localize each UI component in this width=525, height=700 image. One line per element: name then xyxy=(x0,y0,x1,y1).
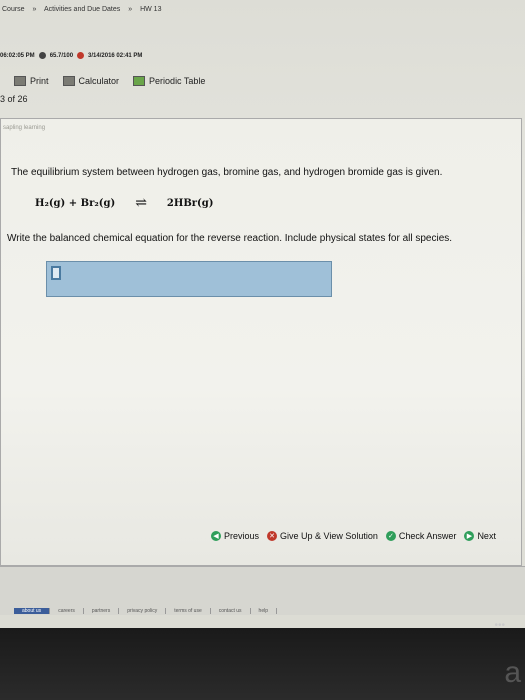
question-counter: 3 of 26 xyxy=(0,94,28,104)
give-up-label: Give Up & View Solution xyxy=(280,531,378,541)
breadcrumb-sep: » xyxy=(32,6,37,13)
browser-screen: Course » Activities and Due Dates » HW 1… xyxy=(0,0,525,630)
device-logo: a xyxy=(504,656,521,689)
more-dots-icon: ••• xyxy=(494,620,505,631)
footer-link-terms[interactable]: terms of use xyxy=(166,608,211,614)
answer-input[interactable] xyxy=(46,261,332,297)
check-answer-button[interactable]: ✓ Check Answer xyxy=(385,531,457,541)
breadcrumb: Course » Activities and Due Dates » HW 1… xyxy=(2,6,167,13)
input-cursor xyxy=(51,266,61,280)
footer-link-about[interactable]: about us xyxy=(14,608,51,614)
calculator-button[interactable]: Calculator xyxy=(62,75,120,86)
print-label: Print xyxy=(30,75,49,86)
next-button[interactable]: ▶ Next xyxy=(464,531,496,541)
calculator-label: Calculator xyxy=(78,75,120,86)
equilibrium-arrows-icon: ⇌ xyxy=(135,195,147,211)
toolbar: Print Calculator Periodic Table xyxy=(0,72,525,89)
previous-icon: ◀ xyxy=(211,531,221,541)
start-time: 06:02:05 PM xyxy=(0,52,35,59)
equation-reactants: H₂(g) + Br₂(g) xyxy=(35,197,116,209)
footer-link-partners[interactable]: partners xyxy=(84,608,120,614)
breadcrumb-activities[interactable]: Activities and Due Dates xyxy=(44,6,120,13)
footer-link-privacy[interactable]: privacy policy xyxy=(119,608,167,614)
sapling-logo: sapling learning xyxy=(3,125,46,131)
check-icon: ✓ xyxy=(385,531,396,541)
next-icon: ▶ xyxy=(464,531,475,541)
breadcrumb-hw[interactable]: HW 13 xyxy=(140,6,161,13)
periodic-table-button[interactable]: Periodic Table xyxy=(133,75,206,86)
print-button[interactable]: Print xyxy=(14,75,49,86)
previous-label: Previous xyxy=(224,531,260,541)
score: 65.7/100 xyxy=(49,52,74,59)
chemical-equation: H₂(g) + Br₂(g) ⇌ 2HBr(g) xyxy=(35,195,214,211)
calculator-icon xyxy=(62,75,75,86)
breadcrumb-course[interactable]: Course xyxy=(2,6,25,13)
score-icon xyxy=(38,52,46,59)
equation-products: 2HBr(g) xyxy=(166,197,214,209)
breadcrumb-sep: » xyxy=(128,6,133,13)
device-bezel: a xyxy=(0,628,525,700)
footer-link-contact[interactable]: contact us xyxy=(211,608,251,614)
clock-icon xyxy=(77,52,85,59)
printer-icon xyxy=(14,75,26,86)
question-navigation: ◀ Previous ✕ Give Up & View Solution ✓ C… xyxy=(211,531,496,541)
give-up-icon: ✕ xyxy=(267,531,278,541)
question-prompt: The equilibrium system between hydrogen … xyxy=(11,167,443,178)
question-instruction: Write the balanced chemical equation for… xyxy=(7,233,453,244)
next-label: Next xyxy=(477,531,496,541)
footer-link-help[interactable]: help xyxy=(251,608,277,614)
question-panel: sapling learning The equilibrium system … xyxy=(0,118,522,566)
check-answer-label: Check Answer xyxy=(398,531,457,541)
footer-links: about us careers partners privacy policy… xyxy=(14,608,277,614)
due-date: 3/14/2016 02:41 PM xyxy=(88,52,143,59)
assignment-status: 06:02:05 PM 65.7/100 3/14/2016 02:41 PM xyxy=(0,52,142,59)
footer-link-careers[interactable]: careers xyxy=(50,608,84,614)
give-up-button[interactable]: ✕ Give Up & View Solution xyxy=(267,531,378,541)
periodic-table-icon xyxy=(133,75,146,86)
previous-button[interactable]: ◀ Previous xyxy=(211,531,259,541)
periodic-table-label: Periodic Table xyxy=(149,75,206,86)
